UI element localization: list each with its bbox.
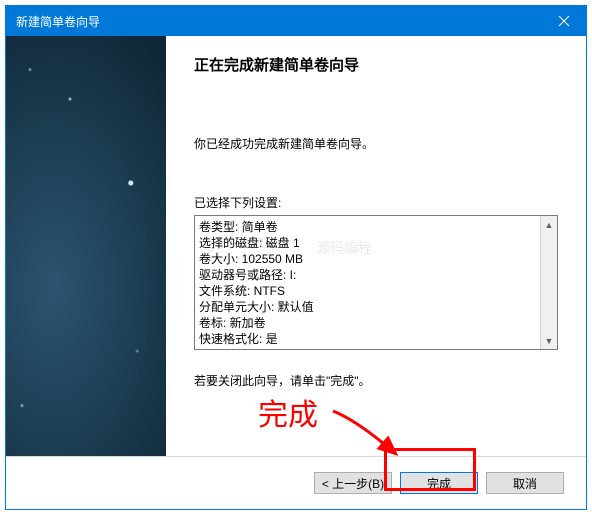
closing-instruction: 若要关闭此向导，请单击"完成"。 (194, 372, 558, 389)
back-button[interactable]: < 上一步(B) (314, 472, 392, 494)
setting-allocation-unit[interactable]: 分配单元大小: 默认值 (199, 299, 536, 315)
close-icon (558, 15, 570, 27)
content-area: 正在完成新建简单卷向导 你已经成功完成新建简单卷向导。 已选择下列设置: 卷类型… (6, 36, 586, 456)
scroll-down-icon[interactable]: ▼ (541, 332, 557, 349)
setting-volume-type[interactable]: 卷类型: 简单卷 (199, 219, 536, 235)
close-button[interactable] (541, 6, 586, 36)
selected-settings-label: 已选择下列设置: (194, 194, 558, 211)
titlebar: 新建简单卷向导 (6, 6, 586, 36)
intro-text: 你已经成功完成新建简单卷向导。 (194, 135, 558, 152)
settings-content: 卷类型: 简单卷 选择的磁盘: 磁盘 1 卷大小: 102550 MB 驱动器号… (195, 216, 540, 349)
finish-button[interactable]: 完成 (400, 472, 478, 494)
button-bar: < 上一步(B) 完成 取消 (6, 457, 586, 509)
setting-quick-format[interactable]: 快速格式化: 是 (199, 331, 536, 347)
main-panel: 正在完成新建简单卷向导 你已经成功完成新建简单卷向导。 已选择下列设置: 卷类型… (166, 36, 586, 456)
setting-file-system[interactable]: 文件系统: NTFS (199, 283, 536, 299)
settings-listbox[interactable]: 卷类型: 简单卷 选择的磁盘: 磁盘 1 卷大小: 102550 MB 驱动器号… (194, 215, 558, 350)
wizard-sidebar-image (6, 36, 166, 456)
setting-volume-label[interactable]: 卷标: 新加卷 (199, 315, 536, 331)
cancel-button[interactable]: 取消 (486, 472, 564, 494)
wizard-window: 新建简单卷向导 正在完成新建简单卷向导 你已经成功完成新建简单卷向导。 已选择下… (5, 5, 587, 510)
setting-drive-letter[interactable]: 驱动器号或路径: I: (199, 267, 536, 283)
window-title: 新建简单卷向导 (16, 13, 541, 30)
settings-scrollbar[interactable]: ▲ ▼ (540, 216, 557, 349)
page-heading: 正在完成新建简单卷向导 (194, 54, 558, 75)
setting-selected-disk[interactable]: 选择的磁盘: 磁盘 1 (199, 235, 536, 251)
setting-volume-size[interactable]: 卷大小: 102550 MB (199, 251, 536, 267)
scroll-up-icon[interactable]: ▲ (541, 216, 557, 233)
scroll-track[interactable] (541, 233, 557, 332)
